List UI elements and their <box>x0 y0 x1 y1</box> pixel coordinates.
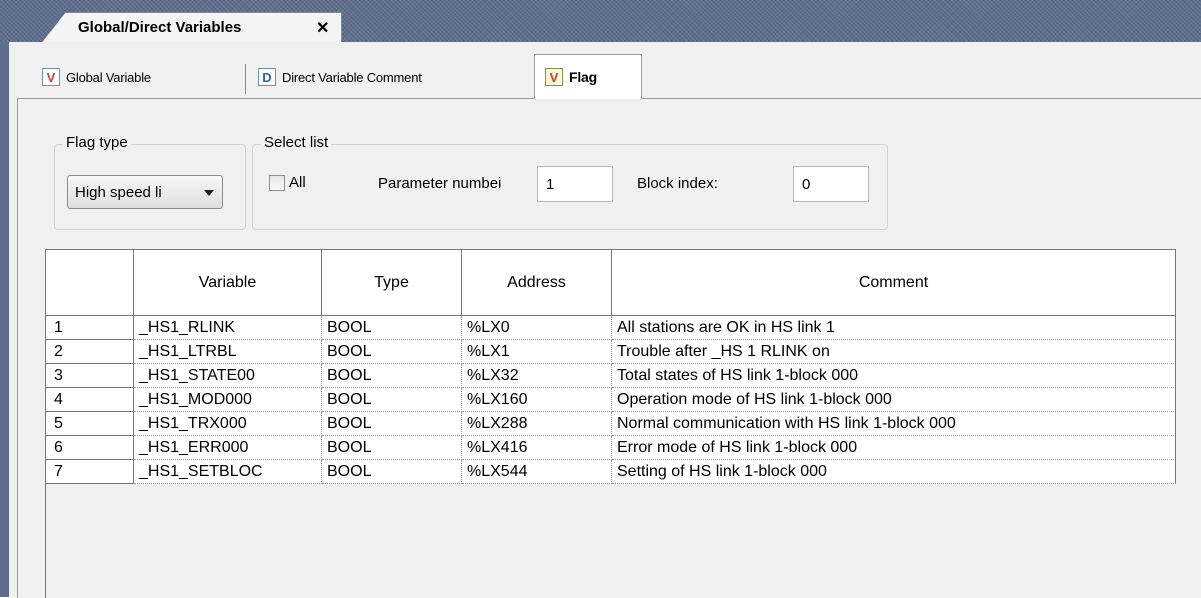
select-list-legend: Select list <box>261 134 332 151</box>
flag-icon: V <box>545 68 563 86</box>
variable-cell[interactable]: _HS1_TRX000 <box>134 412 322 436</box>
flag-type-dropdown[interactable]: High speed li <box>67 175 223 209</box>
comment-cell[interactable]: All stations are OK in HS link 1 <box>612 316 1176 340</box>
comment-cell[interactable]: Normal communication with HS link 1-bloc… <box>612 412 1176 436</box>
row-number: 2 <box>46 340 134 364</box>
column-header-type[interactable]: Type <box>322 250 462 316</box>
comment-cell[interactable]: Trouble after _HS 1 RLINK on <box>612 340 1176 364</box>
column-header-comment[interactable]: Comment <box>612 250 1176 316</box>
all-checkbox-label: All <box>289 174 306 191</box>
row-number: 3 <box>46 364 134 388</box>
flag-type-group: Flag type High speed li <box>54 134 246 230</box>
variable-cell[interactable]: _HS1_STATE00 <box>134 364 322 388</box>
type-cell[interactable]: BOOL <box>322 460 462 484</box>
tab-flag-label: Flag <box>569 69 597 85</box>
row-number: 6 <box>46 436 134 460</box>
tab-direct-variable-comment-label: Direct Variable Comment <box>282 69 422 85</box>
parameter-number-label: Parameter numbei <box>378 175 502 192</box>
variable-cell[interactable]: _HS1_SETBLOC <box>134 460 322 484</box>
all-checkbox[interactable] <box>269 175 285 191</box>
tab-global-variable[interactable]: V Global Variable <box>42 59 252 95</box>
address-cell[interactable]: %LX416 <box>462 436 612 460</box>
type-cell[interactable]: BOOL <box>322 340 462 364</box>
address-cell[interactable]: %LX32 <box>462 364 612 388</box>
address-cell[interactable]: %LX1 <box>462 340 612 364</box>
select-list-group: Select list All Parameter numbei 1 Block… <box>252 134 888 230</box>
comment-cell[interactable]: Error mode of HS link 1-block 000 <box>612 436 1176 460</box>
type-cell[interactable]: BOOL <box>322 436 462 460</box>
document-tab-title: Global/Direct Variables <box>78 19 242 36</box>
column-header-address[interactable]: Address <box>462 250 612 316</box>
address-cell[interactable]: %LX0 <box>462 316 612 340</box>
block-index-input[interactable]: 0 <box>793 166 869 202</box>
close-icon[interactable]: ✕ <box>316 18 329 38</box>
tab-flag[interactable]: V Flag <box>534 54 642 99</box>
address-cell[interactable]: %LX160 <box>462 388 612 412</box>
window-left-edge <box>0 42 9 597</box>
variable-cell[interactable]: _HS1_LTRBL <box>134 340 322 364</box>
flag-type-legend: Flag type <box>63 134 131 151</box>
type-cell[interactable]: BOOL <box>322 412 462 436</box>
block-index-label: Block index: <box>637 175 718 192</box>
flag-type-value: High speed li <box>75 184 162 201</box>
parameter-number-input[interactable]: 1 <box>537 166 613 202</box>
tab-global-variable-label: Global Variable <box>66 69 151 85</box>
tab-direct-variable-comment[interactable]: D Direct Variable Comment <box>258 59 528 95</box>
direct-variable-comment-icon: D <box>258 68 276 86</box>
address-cell[interactable]: %LX288 <box>462 412 612 436</box>
comment-cell[interactable]: Operation mode of HS link 1-block 000 <box>612 388 1176 412</box>
comment-cell[interactable]: Setting of HS link 1-block 000 <box>612 460 1176 484</box>
row-number: 7 <box>46 460 134 484</box>
row-header-corner <box>46 250 134 316</box>
variable-cell[interactable]: _HS1_MOD000 <box>134 388 322 412</box>
type-cell[interactable]: BOOL <box>322 316 462 340</box>
row-number: 4 <box>46 388 134 412</box>
row-number: 1 <box>46 316 134 340</box>
flag-variable-table: Variable Type Address Comment 1 _HS1_RLI… <box>45 249 1176 598</box>
variable-cell[interactable]: _HS1_ERR000 <box>134 436 322 460</box>
type-cell[interactable]: BOOL <box>322 364 462 388</box>
variable-cell[interactable]: _HS1_RLINK <box>134 316 322 340</box>
comment-cell[interactable]: Total states of HS link 1-block 000 <box>612 364 1176 388</box>
row-number: 5 <box>46 412 134 436</box>
address-cell[interactable]: %LX544 <box>462 460 612 484</box>
chevron-down-icon <box>204 190 214 196</box>
column-header-variable[interactable]: Variable <box>134 250 322 316</box>
tab-separator <box>245 64 246 94</box>
type-cell[interactable]: BOOL <box>322 388 462 412</box>
global-variable-icon: V <box>42 68 60 86</box>
